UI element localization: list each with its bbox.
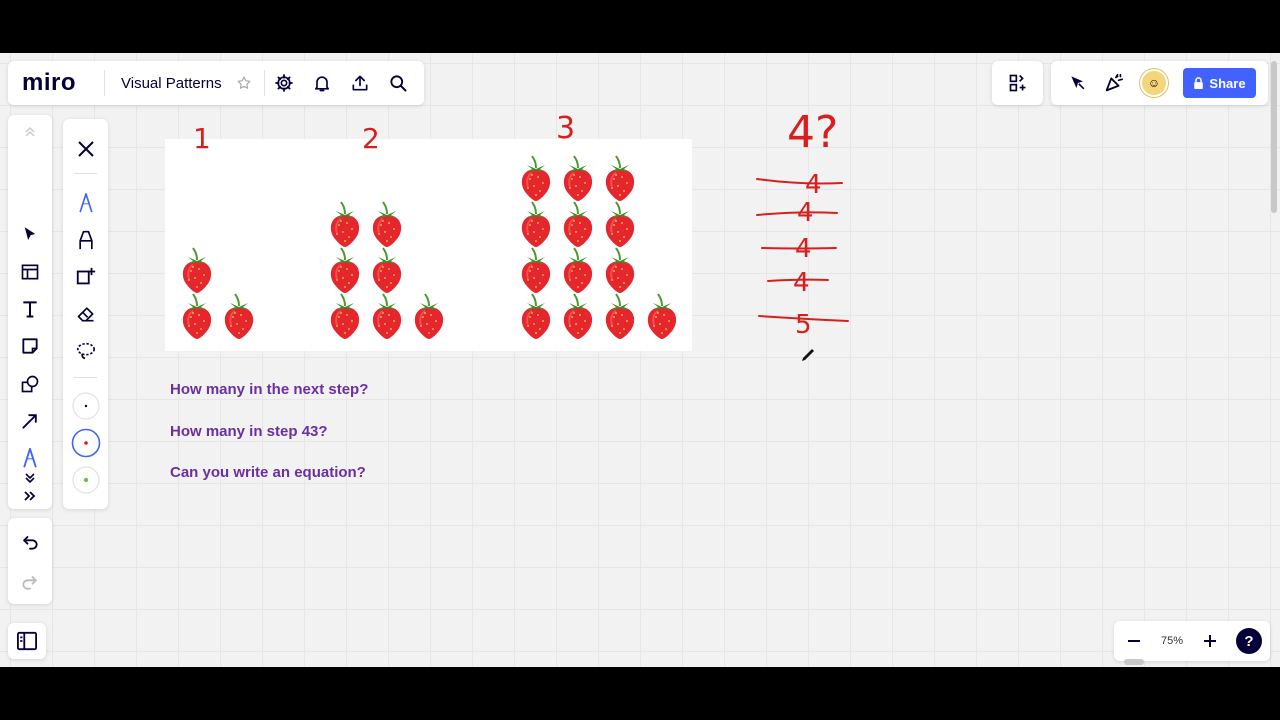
board-title[interactable]: Visual Patterns bbox=[105, 75, 232, 92]
strawberry-icon bbox=[563, 201, 593, 247]
strawberry-icon bbox=[605, 293, 635, 339]
apps-panel bbox=[992, 61, 1043, 105]
strawberry-icon bbox=[372, 247, 402, 293]
handwritten-heading: 4? bbox=[787, 107, 838, 158]
highlighter-icon[interactable] bbox=[63, 260, 108, 294]
strawberry-icon bbox=[605, 201, 635, 247]
question-equation[interactable]: Can you write an equation? bbox=[170, 464, 366, 481]
strawberry-icon bbox=[563, 293, 593, 339]
strike-line bbox=[756, 178, 843, 185]
shapes-icon[interactable] bbox=[8, 367, 52, 401]
bell-icon[interactable] bbox=[303, 64, 341, 102]
strawberry-icon bbox=[372, 293, 402, 339]
zoom-out-button[interactable] bbox=[1114, 621, 1154, 661]
redo-icon[interactable] bbox=[8, 562, 52, 602]
strawberry-icon bbox=[182, 293, 212, 339]
lasso-icon[interactable] bbox=[63, 334, 108, 368]
strike-line bbox=[761, 247, 837, 250]
strawberry-icon bbox=[563, 155, 593, 201]
divider bbox=[74, 173, 97, 174]
strawberry-icon bbox=[521, 155, 551, 201]
arrow-line-icon[interactable] bbox=[8, 404, 52, 438]
strawberry-grid bbox=[182, 155, 677, 339]
strawberry-icon bbox=[330, 247, 360, 293]
question-next-step[interactable]: How many in the next step? bbox=[170, 381, 368, 398]
strawberry-icon bbox=[224, 293, 254, 339]
pen-cursor-icon bbox=[802, 349, 814, 361]
divider bbox=[74, 377, 97, 378]
pen-tools-panel bbox=[63, 119, 108, 509]
strawberry-icon bbox=[330, 201, 360, 247]
search-icon[interactable] bbox=[379, 64, 417, 102]
strawberry-icon bbox=[605, 247, 635, 293]
sidebar-panel-icon bbox=[17, 631, 37, 651]
strawberry-icon bbox=[414, 293, 444, 339]
zoom-level[interactable]: 75% bbox=[1154, 635, 1190, 647]
upload-icon[interactable] bbox=[341, 64, 379, 102]
share-button[interactable]: Share bbox=[1183, 68, 1256, 98]
undo-redo-panel bbox=[8, 518, 52, 604]
video-letterbox-bottom bbox=[0, 667, 1280, 720]
guess-4: 4 bbox=[793, 268, 810, 298]
collaboration-panel: ☺ Share bbox=[1051, 61, 1268, 105]
strawberry-icon bbox=[521, 247, 551, 293]
guess-2: 4 bbox=[797, 198, 814, 228]
close-icon[interactable] bbox=[63, 132, 108, 166]
eraser-icon[interactable] bbox=[63, 297, 108, 331]
share-label: Share bbox=[1209, 75, 1246, 91]
guess-5: 5 bbox=[795, 310, 812, 340]
board-header: miro Visual Patterns bbox=[8, 61, 424, 105]
board-canvas[interactable]: miro Visual Patterns ☺ Share 75% ? How m… bbox=[0, 53, 1280, 667]
chevron-down-icon[interactable] bbox=[8, 463, 52, 493]
guess-1: 4 bbox=[805, 170, 822, 200]
star-icon[interactable] bbox=[232, 64, 256, 102]
strawberry-icon bbox=[372, 201, 402, 247]
dot-medium-green[interactable] bbox=[63, 463, 108, 497]
strawberry-icon bbox=[521, 293, 551, 339]
help-button[interactable]: ? bbox=[1236, 628, 1262, 654]
zoom-in-button[interactable] bbox=[1190, 621, 1230, 661]
cursor-icon[interactable] bbox=[1059, 64, 1097, 102]
marker-icon[interactable] bbox=[63, 223, 108, 257]
sticky-note-icon[interactable] bbox=[8, 329, 52, 363]
strawberry-icon bbox=[647, 293, 677, 339]
gear-icon[interactable] bbox=[265, 64, 303, 102]
text-icon[interactable] bbox=[8, 292, 52, 326]
pen-icon[interactable] bbox=[63, 186, 108, 220]
strawberry-icon bbox=[182, 247, 212, 293]
avatar[interactable]: ☺ bbox=[1140, 69, 1168, 97]
dot-medium-red[interactable] bbox=[63, 426, 108, 460]
guess-3: 4 bbox=[795, 234, 812, 264]
strike-line bbox=[756, 211, 838, 216]
strike-line bbox=[758, 315, 849, 322]
video-letterbox-top bbox=[0, 0, 1280, 53]
strawberry-pattern-image[interactable] bbox=[165, 139, 692, 351]
miro-logo: miro bbox=[22, 69, 77, 96]
undo-icon[interactable] bbox=[8, 522, 52, 562]
apps-icon[interactable] bbox=[999, 64, 1037, 102]
select-icon[interactable] bbox=[8, 217, 52, 251]
chevron-up-icon[interactable] bbox=[8, 119, 52, 145]
question-step-43[interactable]: How many in step 43? bbox=[170, 423, 328, 440]
strawberry-icon bbox=[330, 293, 360, 339]
strike-line bbox=[767, 278, 829, 282]
strawberry-icon bbox=[605, 155, 635, 201]
left-toolbar bbox=[8, 115, 52, 509]
strawberry-icon bbox=[521, 201, 551, 247]
zoom-controls: 75% ? bbox=[1114, 621, 1270, 661]
strawberry-icon bbox=[563, 247, 593, 293]
frames-panel-button[interactable] bbox=[8, 623, 46, 659]
vertical-scrollbar[interactable] bbox=[1271, 61, 1277, 213]
horizontal-scrollbar[interactable] bbox=[1124, 659, 1144, 665]
lock-icon bbox=[1194, 77, 1204, 89]
frame-icon[interactable] bbox=[8, 255, 52, 289]
dot-small-black[interactable] bbox=[63, 389, 108, 423]
celebrate-icon[interactable] bbox=[1095, 64, 1133, 102]
